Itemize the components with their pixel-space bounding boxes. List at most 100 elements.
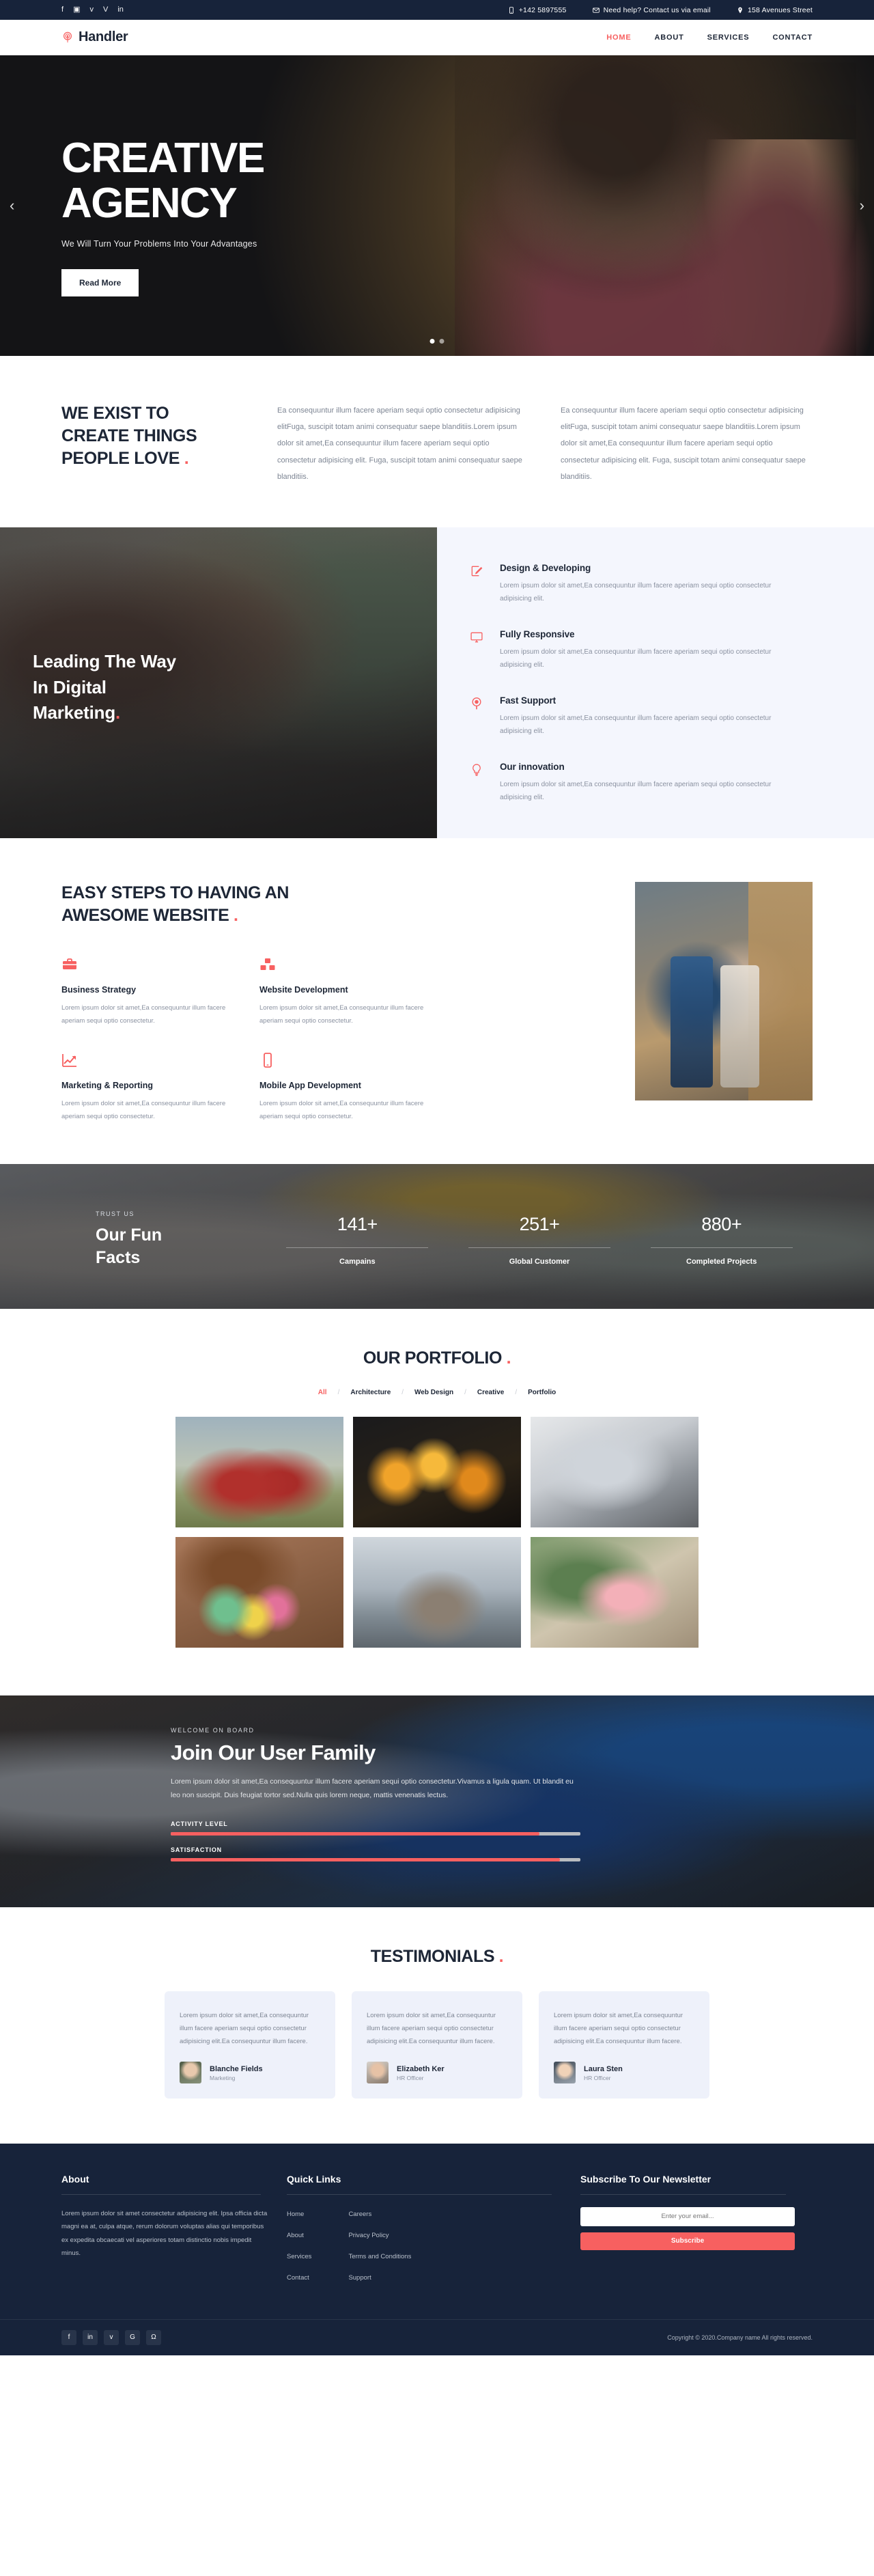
instagram-icon[interactable]: ▣ [73,6,80,14]
nav-item-home[interactable]: HOME [606,33,631,42]
linkedin-icon[interactable]: in [83,2329,98,2345]
portfolio-item-laptop-hands[interactable] [531,1416,699,1527]
footer-link-about[interactable]: About [287,2232,304,2239]
topbar-address[interactable]: 158 Avenues Street [737,6,813,14]
footer-links-column: Quick Links Home About Services Contact … [287,2174,580,2292]
easy-steps-heading-line-2: AWESOME WEBSITE [61,906,229,926]
portfolio-item-macarons-coffee[interactable] [175,1536,343,1648]
avatar [367,2061,389,2083]
nav-item-services[interactable]: SERVICES [707,33,750,42]
counter-value: 141+ [337,1213,378,1234]
easy-steps-grid: Business Strategy Lorem ipsum dolor sit … [61,956,601,1123]
footer-divider [580,2193,787,2195]
testimonial-card: Lorem ipsum dolor sit amet,Ea consequunt… [539,1991,709,2099]
footer-divider [287,2193,552,2195]
portfolio-item-bottle-plant[interactable] [531,1536,699,1648]
portfolio-heading-text: OUR PORTFOLIO [363,1348,503,1368]
service-text: Lorem ipsum dolor sit amet,Ea consequunt… [500,648,772,669]
footer-link-home[interactable]: Home [287,2211,304,2218]
service-item-our-innovation[interactable]: Our innovation Lorem ipsum dolor sit ame… [470,762,833,805]
nav-item-contact[interactable]: CONTACT [772,33,813,42]
google-icon[interactable]: G [125,2329,140,2345]
monitor-icon [470,629,485,672]
easy-steps-photo [635,881,813,1100]
progress-label: ACTIVITY LEVEL [171,1820,228,1827]
hero-dot-2[interactable] [439,339,445,344]
testimonial-name: Laura Sten [584,2064,623,2073]
avatar [180,2061,201,2083]
twitter-icon[interactable]: ᴠ [104,2329,119,2345]
twitter-icon[interactable]: ᴠ [89,6,94,14]
footer-about-title: About [61,2173,89,2185]
counter-label: Global Customer [509,1257,570,1266]
portfolio-filter-web-design[interactable]: Web Design [404,1389,464,1396]
portfolio-filter-all[interactable]: All [307,1389,338,1396]
step-card-business-strategy[interactable]: Business Strategy Lorem ipsum dolor sit … [61,956,232,1027]
fun-facts-kicker: TRUST US [96,1210,135,1218]
logo-target-icon [61,31,74,44]
portfolio-filter-portfolio[interactable]: Portfolio [517,1389,567,1396]
footer-link-terms-and-conditions[interactable]: Terms and Conditions [348,2253,411,2260]
github-icon[interactable]: Ω [146,2329,161,2345]
newsletter-field-wrapper[interactable] [580,2206,795,2226]
topbar-email[interactable]: Need help? Contact us via email [592,6,711,14]
nav-item-about[interactable]: ABOUT [654,33,683,42]
footer-link-services[interactable]: Services [287,2253,311,2260]
footer-link-careers[interactable]: Careers [348,2211,371,2218]
hero-prev-arrow[interactable]: ‹ [10,197,14,214]
topbar-phone[interactable]: +142 5897555 [508,6,567,14]
logo[interactable]: Handler [61,29,128,45]
portfolio-item-red-chairs[interactable] [175,1416,343,1527]
portfolio-grid [61,1416,813,1648]
linkedin-icon[interactable]: in [117,6,124,14]
hero-pagination-dots[interactable] [429,339,445,344]
facebook-icon[interactable]: f [61,6,64,14]
footer-link-privacy-policy[interactable]: Privacy Policy [348,2232,389,2239]
hero-dot-1[interactable] [429,339,435,344]
footer-link-support[interactable]: Support [348,2274,371,2282]
hero-read-more-button[interactable]: Read More [61,269,139,297]
portfolio-item-pier-posts[interactable] [353,1536,521,1648]
progress-track [171,1857,580,1861]
vimeo-icon[interactable]: V [103,6,108,14]
footer-link-contact[interactable]: Contact [287,2274,309,2282]
fun-facts-title-block: TRUST US Our Fun Facts [61,1210,266,1269]
portfolio-item-bokeh-glasses[interactable] [353,1416,521,1527]
counter-label: Campains [339,1257,376,1266]
footer-links-title: Quick Links [287,2173,341,2185]
service-item-fully-responsive[interactable]: Fully Responsive Lorem ipsum dolor sit a… [470,629,833,672]
map-pin-icon [737,7,744,14]
counter-divider [650,1247,793,1248]
easy-steps-heading: EASY STEPS TO HAVING AN AWESOME WEBSITE … [61,882,601,928]
footer-links-list-primary: Home About Services Contact [287,2207,311,2292]
progress-fill [171,1831,539,1836]
we-exist-heading: WE EXIST TO CREATE THINGS PEOPLE LOVE . [61,402,246,470]
hero-next-arrow[interactable]: › [860,197,864,214]
portfolio-filter-creative[interactable]: Creative [466,1389,515,1396]
step-card-marketing-reporting[interactable]: Marketing & Reporting Lorem ipsum dolor … [61,1052,232,1123]
service-title: Design & Developing [500,562,591,573]
briefcase-icon [61,956,232,975]
we-exist-paragraph-2: Ea consequuntur illum facere aperiam seq… [561,406,806,481]
join-content: WELCOME ON BOARD Join Our User Family Lo… [171,1727,580,1861]
hero-title-line-2: AGENCY [61,179,238,227]
facebook-icon[interactable]: f [61,2329,76,2345]
service-item-design-developing[interactable]: Design & Developing Lorem ipsum dolor si… [470,563,833,606]
portfolio-filter-architecture[interactable]: Architecture [339,1389,401,1396]
easy-steps-heading-line-1: EASY STEPS TO HAVING AN [61,883,289,902]
we-exist-heading-line-1: WE EXIST TO [61,404,169,423]
hero-content: CREATIVE AGENCY We Will Turn Your Proble… [61,136,813,297]
step-text: Lorem ipsum dolor sit amet,Ea consequunt… [61,1099,226,1120]
footer-social-list: f in ᴠ G Ω [61,2329,161,2345]
testimonial-quote: Lorem ipsum dolor sit amet,Ea consequunt… [367,2011,496,2045]
newsletter-subscribe-button[interactable]: Subscribe [580,2232,795,2250]
newsletter-email-input[interactable] [580,2213,795,2221]
footer-about-column: About Lorem ipsum dolor sit amet consect… [61,2174,287,2292]
service-item-fast-support[interactable]: Fast Support Lorem ipsum dolor sit amet,… [470,695,833,738]
step-card-website-development[interactable]: Website Development Lorem ipsum dolor si… [259,956,430,1027]
step-card-mobile-app-development[interactable]: Mobile App Development Lorem ipsum dolor… [259,1052,430,1123]
mobile-phone-icon [259,1052,430,1071]
service-title: Fast Support [500,695,556,706]
fun-facts-title-line-2: Facts [96,1247,141,1267]
portfolio-heading: OUR PORTFOLIO . [61,1348,813,1368]
